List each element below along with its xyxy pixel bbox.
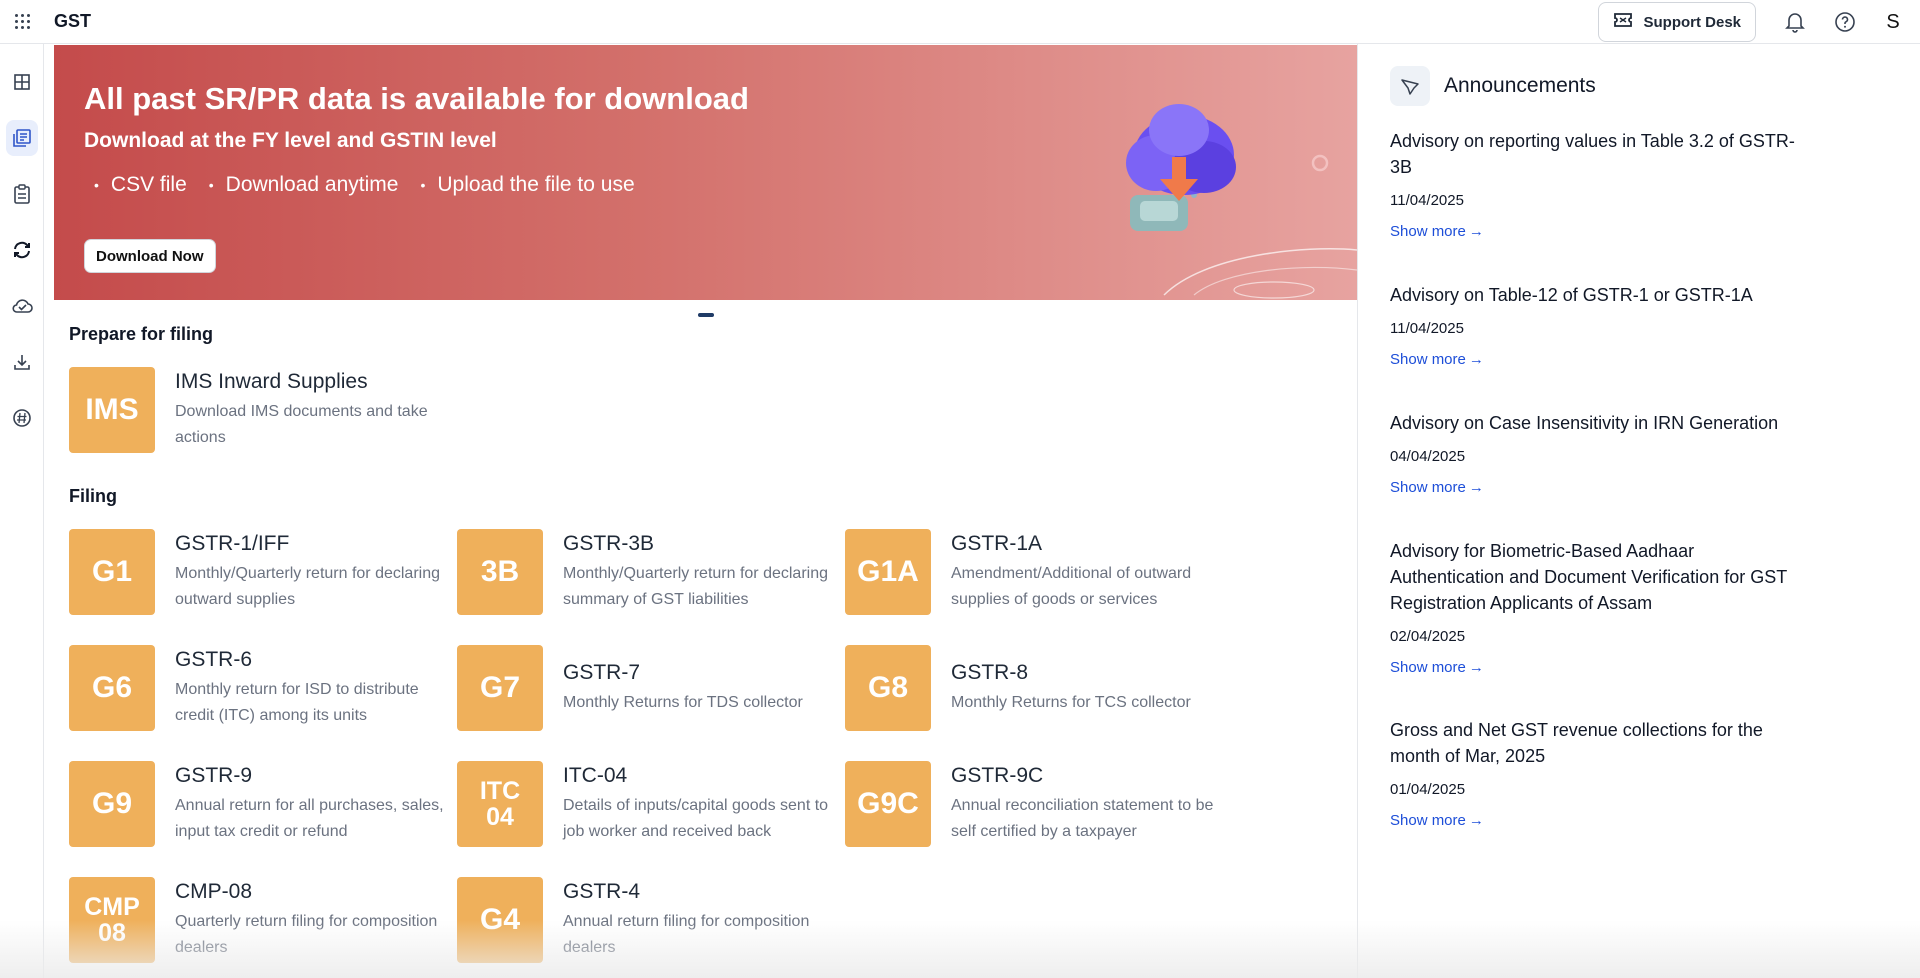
gstr8-tile[interactable]: G8 — [845, 645, 931, 731]
prepare-heading: Prepare for filing — [69, 324, 214, 344]
app-title: GST — [54, 11, 92, 31]
gstr6-tile[interactable]: G6 — [69, 645, 155, 731]
gstr9c-tile[interactable]: G9C — [845, 761, 931, 847]
show-more-label: Show more — [1390, 812, 1466, 829]
bell-icon[interactable] — [1770, 0, 1820, 44]
gstr1-title[interactable]: GSTR-1/IFF — [175, 532, 289, 556]
ims-desc: Download IMS documents and take actions — [175, 403, 428, 446]
announcement-item: Advisory on Case Insensitivity in IRN Ge… — [1390, 410, 1810, 496]
announcement-title: Gross and Net GST revenue collections fo… — [1390, 720, 1763, 766]
announcement-item: Advisory on Table-12 of GSTR-1 or GSTR-1… — [1390, 282, 1810, 368]
gstr9c-desc: Annual reconciliation statement to be se… — [951, 797, 1214, 840]
gstr9c-title[interactable]: GSTR-9C — [951, 764, 1043, 788]
gstr6-desc: Monthly return for ISD to distribute cre… — [175, 681, 419, 724]
arrow-right-icon: → — [1468, 812, 1484, 829]
cmp08-desc: Quarterly return filing for composition … — [175, 913, 438, 956]
gstr9-tile[interactable]: G9 — [69, 761, 155, 847]
dashboard-icon[interactable] — [6, 64, 38, 100]
gstr1a-title[interactable]: GSTR-1A — [951, 532, 1042, 556]
gstr6-title[interactable]: GSTR-6 — [175, 648, 252, 672]
gstr8-desc: Monthly Returns for TCS collector — [951, 694, 1191, 711]
gstr3b-title[interactable]: GSTR-3B — [563, 532, 654, 556]
show-more-label: Show more — [1390, 659, 1466, 676]
banner-bullets: CSV file Download anytime Upload the fil… — [84, 173, 635, 197]
gstr1a-desc: Amendment/Additional of outward supplies… — [951, 565, 1192, 608]
gstr9-desc: Annual return for all purchases, sales, … — [175, 797, 444, 840]
avatar[interactable]: S — [1876, 5, 1910, 39]
itc04-tile[interactable]: ITC 04 — [457, 761, 543, 847]
cloud-check-icon[interactable] — [6, 288, 38, 324]
show-more-link[interactable]: Show more → — [1390, 479, 1810, 496]
show-more-label: Show more — [1390, 351, 1466, 368]
banner-bullet: Upload the file to use — [410, 173, 634, 197]
show-more-link[interactable]: Show more → — [1390, 659, 1810, 676]
arrow-right-icon: → — [1468, 479, 1484, 496]
apps-grid-icon[interactable] — [0, 0, 44, 44]
gstr4-title[interactable]: GSTR-4 — [563, 880, 640, 904]
show-more-label: Show more — [1390, 479, 1466, 496]
itc04-desc: Details of inputs/capital goods sent to … — [563, 797, 829, 840]
banner-subtitle: Download at the FY level and GSTIN level — [84, 129, 497, 152]
itc04-title[interactable]: ITC-04 — [563, 764, 627, 788]
gstr4-desc: Annual return filing for composition dea… — [563, 913, 810, 956]
announcement-date: 11/04/2025 — [1390, 320, 1464, 337]
banner-title: All past SR/PR data is available for dow… — [84, 81, 749, 116]
ticket-icon — [1613, 11, 1633, 33]
announcement-date: 01/04/2025 — [1390, 781, 1466, 798]
show-more-link[interactable]: Show more → — [1390, 223, 1810, 240]
announcement-title: Advisory on Case Insensitivity in IRN Ge… — [1390, 413, 1779, 433]
support-desk-label: Support Desk — [1643, 13, 1741, 31]
filing-heading: Filing — [69, 486, 117, 506]
megaphone-icon — [1390, 66, 1430, 106]
gstr3b-desc: Monthly/Quarterly return for declaring s… — [563, 565, 828, 608]
announcement-item: Gross and Net GST revenue collections fo… — [1390, 717, 1810, 829]
arrow-right-icon: → — [1468, 223, 1484, 240]
ims-title[interactable]: IMS Inward Supplies — [175, 370, 368, 394]
gstr7-title[interactable]: GSTR-7 — [563, 661, 640, 685]
cmp08-title[interactable]: CMP-08 — [175, 880, 252, 904]
download-icon[interactable] — [6, 344, 38, 380]
cloud-download-illustration — [1126, 104, 1357, 299]
top-bar: GST Support Desk S — [0, 0, 1920, 44]
gstr1-tile[interactable]: G1 — [69, 529, 155, 615]
announcements-heading: Announcements — [1444, 74, 1596, 97]
clipboard-icon[interactable] — [6, 176, 38, 212]
gstr7-desc: Monthly Returns for TDS collector — [563, 694, 803, 711]
ims-tile[interactable]: IMS — [69, 367, 155, 453]
banner-bullet: Download anytime — [199, 173, 399, 197]
banner-bullet: CSV file — [84, 173, 187, 197]
announcement-title: Advisory on Table-12 of GSTR-1 or GSTR-1… — [1390, 285, 1753, 305]
show-more-label: Show more — [1390, 223, 1466, 240]
show-more-link[interactable]: Show more → — [1390, 351, 1810, 368]
announcement-item: Advisory for Biometric-Based Aadhaar Aut… — [1390, 538, 1810, 676]
returns-icon[interactable] — [6, 120, 38, 156]
gstr7-tile[interactable]: G7 — [457, 645, 543, 731]
arrow-right-icon: → — [1468, 351, 1484, 368]
help-icon[interactable] — [1820, 0, 1870, 44]
gstr8-title[interactable]: GSTR-8 — [951, 661, 1028, 685]
support-desk-button[interactable]: Support Desk — [1598, 2, 1756, 42]
gstr1a-tile[interactable]: G1A — [845, 529, 931, 615]
announcement-date: 04/04/2025 — [1390, 448, 1466, 465]
carousel-indicator[interactable] — [698, 313, 714, 317]
announcement-title: Advisory on reporting values in Table 3.… — [1390, 131, 1795, 177]
gstr1-desc: Monthly/Quarterly return for declaring o… — [175, 565, 440, 608]
arrow-right-icon: → — [1468, 659, 1484, 676]
announcements-panel: Announcements Advisory on reporting valu… — [1357, 44, 1920, 978]
gstr4-tile[interactable]: G4 — [457, 877, 543, 963]
gstr3b-tile[interactable]: 3B — [457, 529, 543, 615]
cmp08-tile[interactable]: CMP 08 — [69, 877, 155, 963]
announcement-date: 11/04/2025 — [1390, 192, 1464, 209]
sync-icon[interactable] — [6, 232, 38, 268]
promo-banner: All past SR/PR data is available for dow… — [54, 45, 1357, 300]
left-rail — [0, 44, 44, 978]
show-more-link[interactable]: Show more → — [1390, 812, 1810, 829]
download-now-button[interactable]: Download Now — [84, 239, 216, 273]
announcement-date: 02/04/2025 — [1390, 628, 1466, 645]
hashtag-icon[interactable] — [6, 400, 38, 436]
announcement-title: Advisory for Biometric-Based Aadhaar Aut… — [1390, 541, 1787, 613]
announcement-item: Advisory on reporting values in Table 3.… — [1390, 128, 1810, 240]
gstr9-title[interactable]: GSTR-9 — [175, 764, 252, 788]
